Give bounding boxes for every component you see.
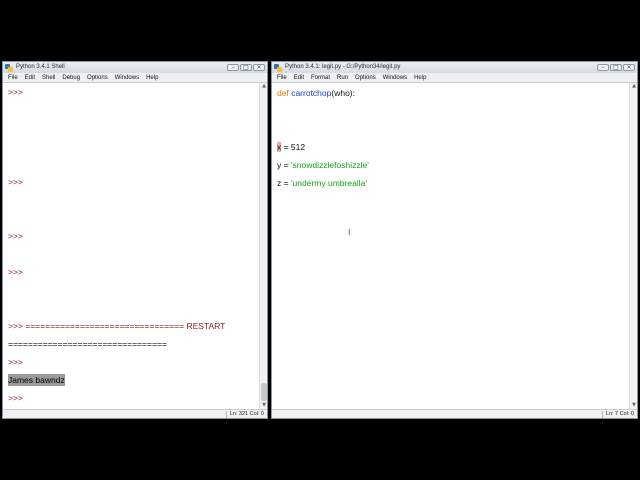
minimize-button[interactable]: –: [597, 64, 609, 71]
function-name: carrotchop: [291, 88, 332, 98]
menu-file[interactable]: File: [8, 73, 18, 83]
y-string: 'snowdizzlefoshizzle': [290, 160, 369, 170]
code-line-x: x = 512: [277, 142, 305, 153]
shell-line: >>>: [8, 231, 23, 241]
scroll-down-icon[interactable]: ▼: [630, 402, 637, 409]
shell-output-area[interactable]: >>> >>> >>> >>> >>> ====================…: [3, 83, 267, 409]
menu-debug[interactable]: Debug: [62, 73, 80, 83]
menu-options[interactable]: Options: [355, 73, 376, 83]
menu-shell[interactable]: Shell: [42, 73, 55, 83]
scroll-up-icon[interactable]: ▲: [630, 83, 637, 90]
shell-line: >>>: [8, 267, 23, 277]
ibeam-cursor-icon: I: [348, 228, 351, 237]
close-button[interactable]: ×: [253, 64, 265, 71]
python-icon: [5, 63, 13, 72]
shell-line: >>>: [8, 87, 23, 97]
z-assignment: z =: [277, 178, 291, 188]
close-button[interactable]: ×: [623, 64, 635, 71]
function-args: (who):: [331, 88, 355, 98]
shell-window[interactable]: Python 3.4.1 Shell – □ × File Edit Shell…: [2, 61, 268, 419]
menu-windows[interactable]: Windows: [383, 73, 407, 83]
editor-window[interactable]: Python 3.4.1: legit.py - G:/Python34/leg…: [271, 61, 638, 419]
menu-run[interactable]: Run: [337, 73, 348, 83]
x-assignment: = 512: [281, 142, 306, 152]
menu-edit[interactable]: Edit: [25, 73, 35, 83]
code-line-y: y = 'snowdizzlefoshizzle': [277, 160, 369, 171]
scroll-up-icon[interactable]: ▲: [260, 83, 267, 90]
shell-cursor-position: Ln: 321 Col: 0: [225, 411, 264, 418]
shell-line: >>>: [8, 357, 23, 367]
shell-restart-line: >>> ================================ RES…: [8, 321, 226, 331]
menu-help[interactable]: Help: [414, 73, 426, 83]
shell-line: >>>: [8, 177, 23, 187]
editor-titlebar[interactable]: Python 3.4.1: legit.py - G:/Python34/leg…: [272, 62, 637, 73]
shell-statusbar: Ln: 321 Col: 0: [3, 409, 267, 418]
shell-restart-line: ================================: [8, 339, 167, 349]
shell-title: Python 3.4.1 Shell: [16, 64, 65, 70]
python-icon: [274, 63, 282, 72]
menu-format[interactable]: Format: [311, 73, 330, 83]
menu-edit[interactable]: Edit: [294, 73, 304, 83]
shell-menubar: File Edit Shell Debug Options Windows He…: [3, 73, 267, 83]
code-line-z: z = 'undermy umbrealla': [277, 178, 367, 189]
keyword-def: def: [277, 88, 289, 98]
menu-file[interactable]: File: [277, 73, 287, 83]
editor-menubar: File Edit Format Run Options Windows Hel…: [272, 73, 637, 83]
shell-output-line: James bawndz: [8, 374, 65, 386]
menu-windows[interactable]: Windows: [115, 73, 139, 83]
shell-titlebar[interactable]: Python 3.4.1 Shell – □ ×: [3, 62, 267, 73]
selected-output: James bawndz: [8, 374, 65, 386]
minimize-button[interactable]: –: [227, 64, 239, 71]
shell-line: >>>: [8, 393, 23, 403]
editor-title: Python 3.4.1: legit.py - G:/Python34/leg…: [285, 64, 401, 70]
editor-statusbar: Ln: 7 Col: 0: [272, 409, 637, 418]
editor-scrollbar[interactable]: ▲ ▼: [629, 83, 637, 409]
menu-options[interactable]: Options: [87, 73, 108, 83]
code-editor-area[interactable]: def carrotchop(who): x = 512 y = 'snowdi…: [272, 83, 637, 409]
maximize-button[interactable]: □: [610, 64, 622, 71]
code-line-def: def carrotchop(who):: [277, 88, 355, 99]
y-assignment: y =: [277, 160, 291, 170]
shell-scrollbar[interactable]: ▲ ▼: [259, 83, 267, 409]
z-string: 'undermy umbrealla': [290, 178, 367, 188]
maximize-button[interactable]: □: [240, 64, 252, 71]
scroll-down-icon[interactable]: ▼: [260, 402, 267, 409]
scroll-thumb[interactable]: [261, 383, 267, 401]
menu-help[interactable]: Help: [146, 73, 158, 83]
editor-cursor-position: Ln: 7 Col: 0: [601, 411, 634, 418]
